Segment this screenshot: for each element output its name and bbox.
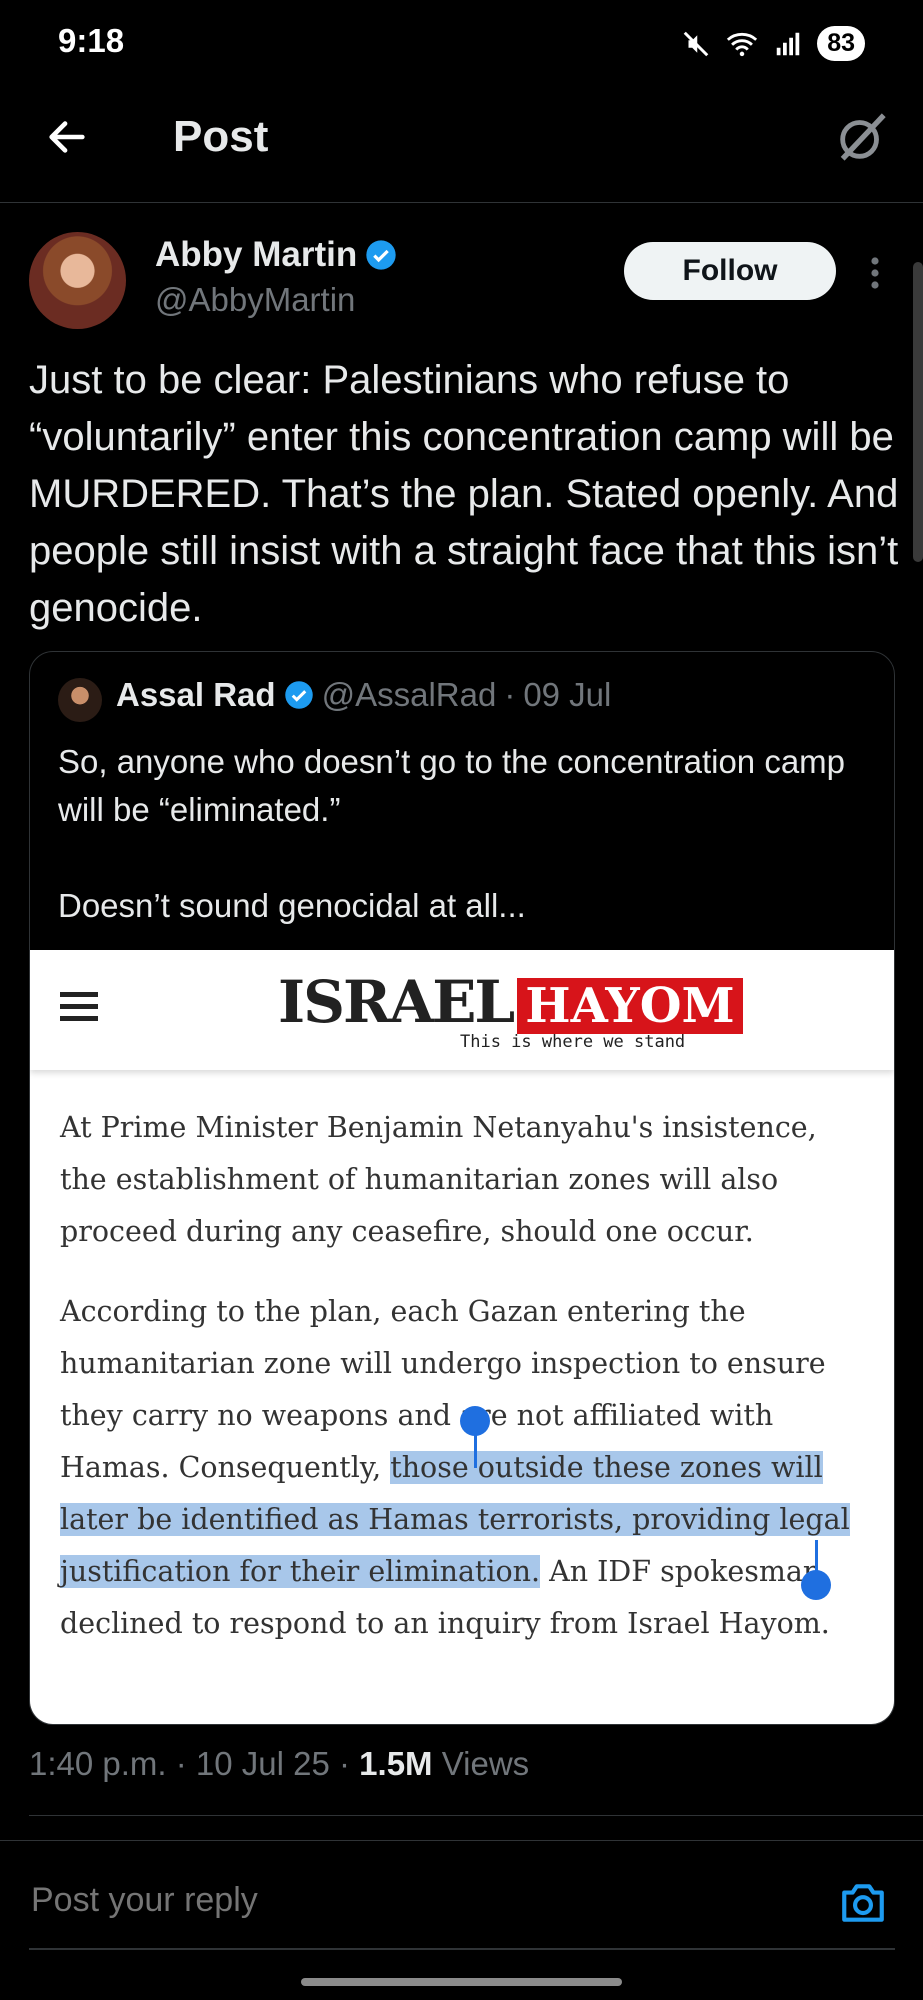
follow-button[interactable]: Follow [624, 242, 836, 300]
quoted-text-line-1: So, anyone who doesn’t go to the concent… [58, 743, 846, 828]
dot-separator: · [504, 676, 516, 713]
divider [29, 1815, 923, 1816]
israel-hayom-logo: ISRAEL HAYOM This is where we stand [278, 968, 743, 1052]
quoted-post[interactable]: Assal Rad @AssalRad · 09 Jul So, anyone … [29, 651, 895, 1725]
article-paragraph-2: According to the plan, each Gazan enteri… [60, 1286, 872, 1650]
article-paragraph-1: At Prime Minister Benjamin Netanyahu's i… [60, 1111, 817, 1248]
wifi-icon [727, 32, 758, 56]
battery-indicator: 83 [817, 26, 865, 61]
post-meta: 1:40 p.m. · 10 Jul 25 · 1.5M Views [29, 1745, 530, 1782]
reply-input[interactable] [29, 1880, 833, 1921]
divider [0, 1840, 923, 1841]
avatar[interactable] [29, 232, 126, 329]
author-handle[interactable]: @AbbyMartin [155, 281, 355, 319]
quoted-date: 09 Jul [523, 676, 612, 713]
post-date: 10 Jul 25 [195, 1745, 330, 1782]
scrollbar[interactable] [913, 262, 923, 562]
gesture-bar[interactable] [301, 1978, 622, 1986]
logo-hayom-text: HAYOM [517, 978, 743, 1034]
reply-underline [29, 1948, 895, 1950]
post-text: Just to be clear: Palestinians who refus… [29, 358, 899, 630]
views-count: 1.5M [359, 1745, 433, 1782]
post-time: 1:40 p.m. [29, 1745, 167, 1782]
mute-icon [683, 31, 709, 56]
signal-icon [776, 32, 800, 55]
selection-end-handle[interactable] [801, 1570, 831, 1600]
quoted-text-line-2: Doesn’t sound genocidal at all... [58, 887, 526, 924]
quoted-author-handle: @AssalRad [321, 676, 497, 713]
author-name-row[interactable]: Abby Martin [155, 235, 397, 275]
quoted-author-name: Assal Rad [116, 676, 276, 713]
hamburger-menu-icon [60, 992, 98, 1021]
status-time: 9:18 [58, 22, 125, 59]
article-image[interactable]: ISRAEL HAYOM This is where we stand At Pr… [30, 950, 894, 1724]
page-title: Post [173, 112, 269, 161]
verified-badge-icon [284, 681, 313, 709]
top-bar: Post [0, 90, 923, 203]
back-arrow-icon[interactable] [44, 114, 90, 160]
verified-badge-icon [366, 240, 396, 270]
status-icons: 83 [681, 26, 865, 61]
selection-start-cursor [474, 1426, 477, 1468]
article-header: ISRAEL HAYOM This is where we stand [30, 950, 894, 1070]
status-bar: 9:18 83 [0, 0, 923, 90]
quoted-text: So, anyone who doesn’t go to the concent… [58, 738, 878, 930]
logo-tagline: This is where we stand [460, 1032, 686, 1052]
grok-icon[interactable] [833, 108, 891, 166]
logo-israel-text: ISRAEL [278, 968, 515, 1036]
views-label: Views [441, 1745, 530, 1782]
quoted-avatar [58, 678, 102, 722]
author-name[interactable]: Abby Martin [155, 235, 357, 275]
more-options-icon[interactable] [868, 255, 882, 291]
camera-icon[interactable] [838, 1880, 888, 1926]
quoted-author-row: Assal Rad @AssalRad · 09 Jul [116, 676, 611, 714]
